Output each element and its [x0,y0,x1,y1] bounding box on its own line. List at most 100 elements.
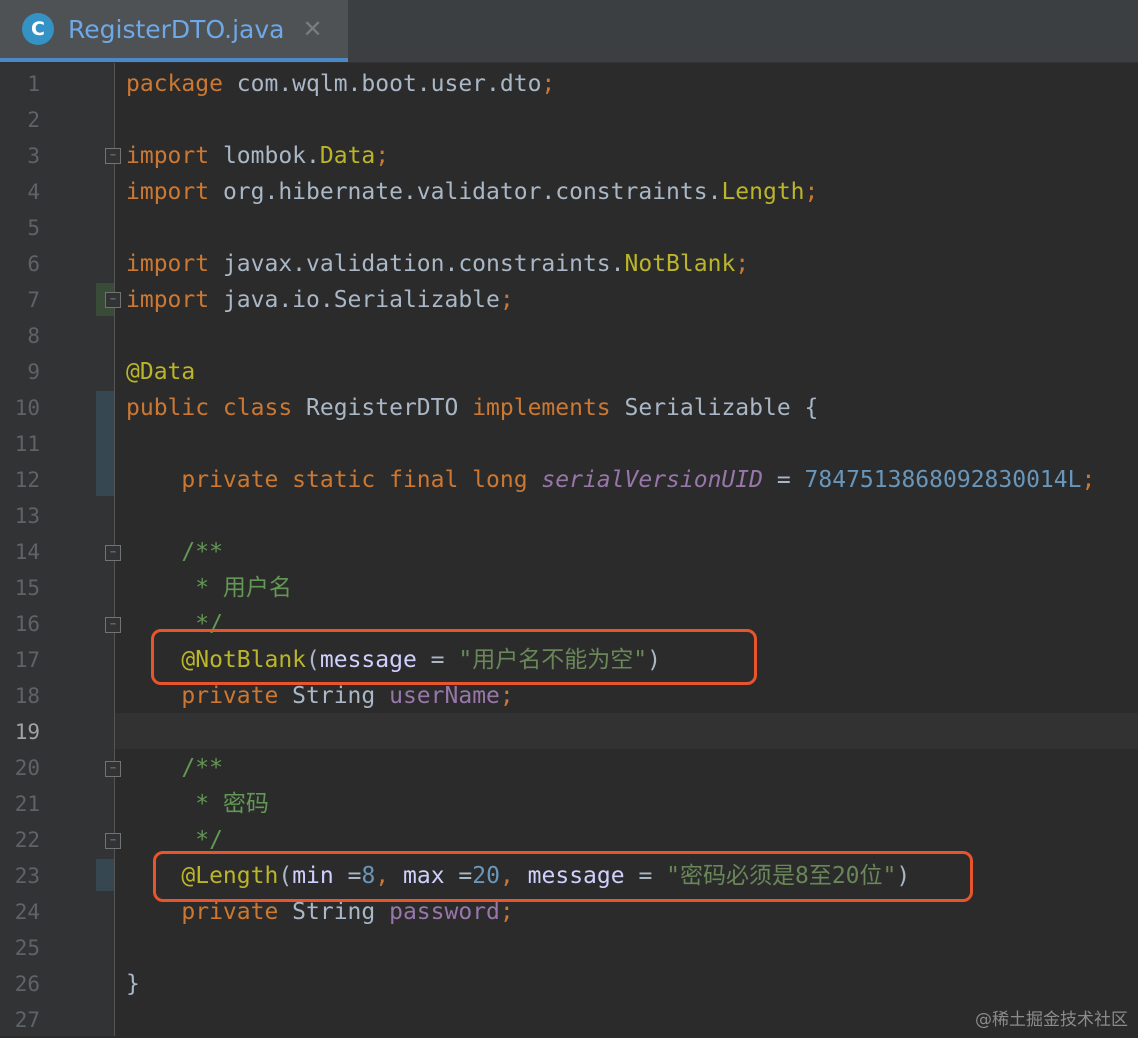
line-number: 20 [14,756,40,780]
code-token: ; [1081,467,1096,493]
code-line: 19 [0,714,1138,750]
code-line: 2 [0,102,1138,138]
code-line: 25 [0,930,1138,966]
code-token: /** [181,755,223,781]
line-number: 15 [14,576,40,600]
line-number: 25 [14,936,40,960]
line-number: 9 [27,360,40,384]
code-token: ; [499,287,514,313]
code-token: NotBlank [624,251,736,277]
line-number: 6 [27,252,40,276]
code-token: javax.validation.constraints. [222,251,625,277]
fold-icon[interactable]: − [105,148,121,164]
code-token: ; [499,683,514,709]
code-token: @Data [126,359,196,385]
line-number: 22 [14,828,40,852]
code-token: public class [126,395,307,421]
code-line: 1 package com.wqlm.boot.user.dto; [0,66,1138,102]
code-text: import org.hibernate.validator.constrain… [126,174,818,210]
code-token: Serializable { [624,395,819,421]
code-token: lombok. [222,143,320,169]
code-token: userName [389,683,500,709]
line-number: 26 [14,972,40,996]
line-number: 18 [14,684,40,708]
code-token: ; [499,899,514,925]
code-line: 6 import javax.validation.constraints.Not… [0,246,1138,282]
code-token: serialVersionUID [541,467,763,493]
line-number: 7 [27,288,40,312]
code-token: import [126,143,223,169]
line-number: 3 [27,144,40,168]
code-line: 21 * 密码 [0,786,1138,822]
code-token: } [126,971,140,997]
line-number: 23 [14,864,40,888]
code-token: private static final long [181,467,542,493]
java-class-icon: C [22,13,54,45]
line-number: 16 [14,612,40,636]
code-line: 7 import java.io.Serializable; [0,282,1138,318]
code-line: 20 /** [0,750,1138,786]
code-token: com.wqlm.boot.user.dto [236,71,542,97]
code-token: 7847513868092830014L [804,467,1082,493]
code-token: implements [472,395,625,421]
fold-icon[interactable]: − [105,761,121,777]
code-token: ; [735,251,750,277]
code-line: 14 /** [0,534,1138,570]
code-token: java.io.Serializable [222,287,500,313]
fold-end-icon[interactable]: − [105,292,121,308]
code-token: import [126,287,223,313]
fold-end-icon[interactable]: − [105,833,121,849]
line-number: 1 [27,72,40,96]
code-token: ; [804,179,819,205]
highlight-box-notblank [151,629,757,685]
code-token: */ [181,827,223,853]
code-line: 12 private static final long serialVersi… [0,462,1138,498]
line-number: 12 [14,468,40,492]
code-token: * 密码 [181,791,269,817]
line-number: 2 [27,108,40,132]
code-text: import java.io.Serializable; [126,282,514,318]
code-line: 11 [0,426,1138,462]
code-token: RegisterDTO [306,395,473,421]
highlight-box-length [153,851,973,902]
code-token: private [181,683,293,709]
code-text: public class RegisterDTO implements Seri… [126,390,818,426]
fold-icon[interactable]: − [105,545,121,561]
code-token: Length [721,179,805,205]
code-line: 3 import lombok.Data; [0,138,1138,174]
editor-tab-bar: C RegisterDTO.java ✕ [0,0,1138,63]
code-token: Data [319,143,376,169]
code-token: org.hibernate.validator.constraints. [222,179,722,205]
line-number: 13 [14,504,40,528]
tab-title: RegisterDTO.java [68,14,285,44]
code-text: * 密码 [126,786,269,822]
code-token: String [292,683,390,709]
code-token: * 用户名 [181,575,292,601]
close-icon[interactable]: ✕ [302,15,322,43]
code-text: @Data [126,354,195,390]
code-token: ; [541,71,556,97]
code-text: package com.wqlm.boot.user.dto; [126,66,555,102]
line-number: 27 [14,1008,40,1032]
code-text: /** [126,534,223,570]
code-token: ; [375,143,390,169]
code-token: String [292,899,390,925]
code-text: } [126,966,140,1002]
code-text: import lombok.Data; [126,138,389,174]
line-number: 21 [14,792,40,816]
line-number: 11 [14,432,40,456]
line-number: 8 [27,324,40,348]
code-line: 4 import org.hibernate.validator.constrai… [0,174,1138,210]
tab-registerdto-java[interactable]: C RegisterDTO.java ✕ [0,0,348,62]
line-number: 17 [14,648,40,672]
code-line: 15 * 用户名 [0,570,1138,606]
line-number: 10 [14,396,40,420]
code-token: = [762,467,805,493]
fold-end-icon[interactable]: − [105,617,121,633]
